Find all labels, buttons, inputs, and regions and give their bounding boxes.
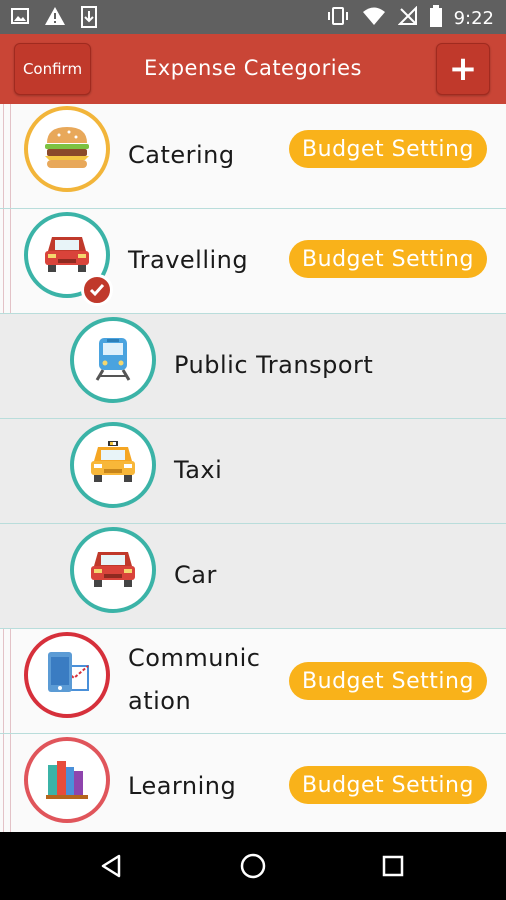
no-signal-icon <box>397 5 418 30</box>
subcategory-row-public-transport[interactable]: Public Transport <box>0 314 506 419</box>
recents-icon[interactable] <box>377 850 409 882</box>
warning-icon <box>44 6 66 32</box>
image-icon <box>10 6 30 32</box>
vibrate-icon <box>326 6 350 30</box>
category-row-communication[interactable]: Communic ation Budget Setting <box>0 629 506 734</box>
books-icon <box>44 755 90 805</box>
category-label-line1: Communic <box>128 644 261 672</box>
burger-icon <box>41 123 93 175</box>
category-row-catering[interactable]: Catering Budget Setting <box>0 104 506 209</box>
add-category-button[interactable]: + <box>436 43 490 95</box>
subcategory-label: Public Transport <box>174 351 374 379</box>
category-label: Travelling <box>128 246 249 274</box>
download-icon <box>80 6 98 32</box>
back-icon[interactable] <box>96 850 128 882</box>
wifi-icon <box>362 6 386 30</box>
budget-setting-button[interactable]: Budget Setting <box>289 662 487 700</box>
clock-time: 9:22 <box>453 7 494 29</box>
app-bar: Confirm Expense Categories + <box>0 34 506 104</box>
battery-icon <box>429 5 442 31</box>
category-label: Learning <box>128 772 237 800</box>
car-icon <box>42 231 92 279</box>
category-list: Catering Budget Setting Travelling Budge… <box>0 104 506 839</box>
taxi-icon <box>88 441 138 489</box>
subcategory-label: Car <box>174 561 217 589</box>
subcategory-row-taxi[interactable]: Taxi <box>0 419 506 524</box>
system-nav-bar <box>0 832 506 900</box>
subcategory-label: Taxi <box>174 456 223 484</box>
subcategory-row-car[interactable]: Car <box>0 524 506 629</box>
category-icon-circle <box>24 632 110 718</box>
category-label-line2: ation <box>128 687 192 715</box>
home-icon[interactable] <box>237 850 269 882</box>
category-icon-circle <box>24 106 110 192</box>
category-icon-circle <box>70 422 156 508</box>
phone-mail-icon <box>42 648 92 702</box>
category-icon-circle <box>70 527 156 613</box>
category-row-learning[interactable]: Learning Budget Setting <box>0 734 506 839</box>
budget-setting-button[interactable]: Budget Setting <box>289 240 487 278</box>
status-bar: 9:22 <box>0 0 506 34</box>
selected-check-icon <box>81 274 113 306</box>
train-icon <box>93 334 133 386</box>
car-icon <box>88 546 138 594</box>
category-label: Catering <box>128 141 235 169</box>
budget-setting-button[interactable]: Budget Setting <box>289 766 487 804</box>
category-row-travelling[interactable]: Travelling Budget Setting <box>0 209 506 314</box>
category-icon-circle <box>24 737 110 823</box>
page-title: Expense Categories <box>144 56 362 80</box>
budget-setting-button[interactable]: Budget Setting <box>289 130 487 168</box>
category-icon-circle <box>70 317 156 403</box>
